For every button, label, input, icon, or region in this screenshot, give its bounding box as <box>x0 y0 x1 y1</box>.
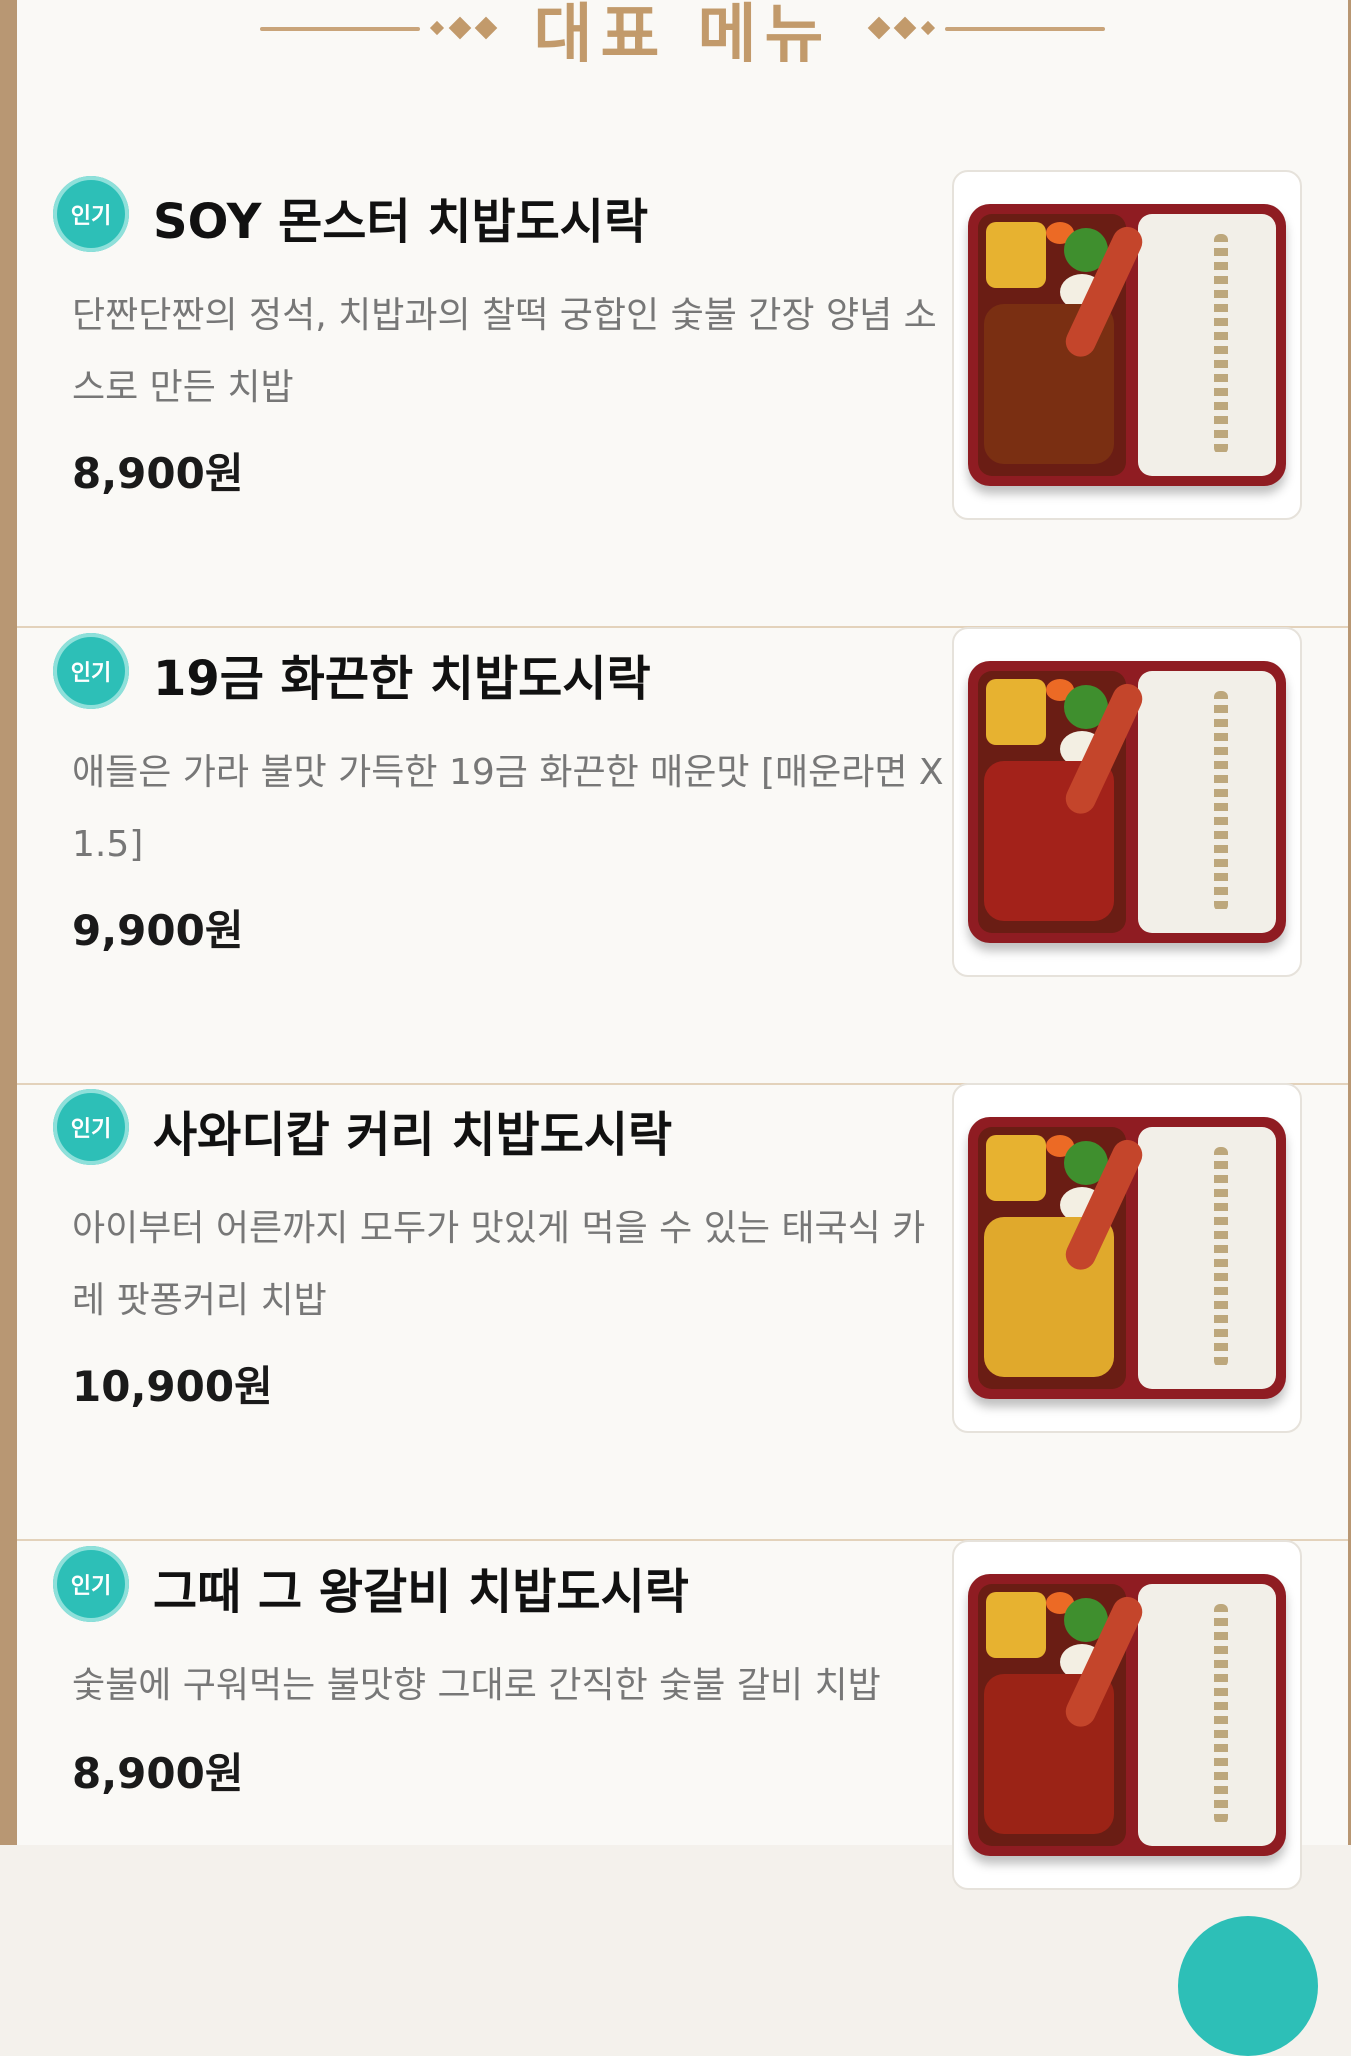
lunchbox-tray <box>968 204 1286 486</box>
menu-item-name[interactable]: 그때 그 왕갈비 치밥도시락 <box>153 1552 689 1622</box>
menu-item-description: 단짠단짠의 정석, 치밥과의 찰떡 궁합인 숯불 간장 양념 소스로 만든 치밥 <box>72 295 937 408</box>
menu-item[interactable]: 인기 SOY 몬스터 치밥도시락 단짠단짠의 정석, 치밥과의 찰떡 궁합인 숯… <box>17 170 1348 628</box>
menu-item[interactable]: 인기 19금 화끈한 치밥도시락 애들은 가라 불맛 가득한 19금 화끈한 매… <box>17 627 1348 1085</box>
lunchbox-tray <box>968 1574 1286 1856</box>
menu-item-price: 9,900원 <box>72 906 244 955</box>
popular-badge: 인기 <box>53 1546 129 1622</box>
lunchbox-tray <box>968 661 1286 943</box>
popular-badge: 인기 <box>53 1089 129 1165</box>
floating-action-button[interactable] <box>1178 1916 1318 2056</box>
menu-item-name[interactable]: 19금 화끈한 치밥도시락 <box>153 639 651 709</box>
section-title: 대표 메뉴 <box>533 0 832 72</box>
popular-badge: 인기 <box>53 176 129 252</box>
section-header: 대표 메뉴 <box>17 0 1348 78</box>
menu-item-description: 아이부터 어른까지 모두가 맛있게 먹을 수 있는 태국식 카레 팟퐁커리 치밥 <box>72 1208 926 1321</box>
menu-item-price: 10,900원 <box>72 1362 273 1411</box>
menu-item-image[interactable] <box>952 170 1302 520</box>
header-ornament-left <box>259 16 506 39</box>
menu-item-price: 8,900원 <box>72 449 244 498</box>
menu-item-image[interactable] <box>952 1083 1302 1433</box>
menu-item-description: 애들은 가라 불맛 가득한 19금 화끈한 매운맛 [매운라면 X 1.5] <box>72 752 944 865</box>
menu-item-price: 8,900원 <box>72 1749 244 1798</box>
header-ornament-right <box>859 16 1106 39</box>
menu-item-image[interactable] <box>952 1540 1302 1890</box>
menu-item[interactable]: 인기 그때 그 왕갈비 치밥도시락 숯불에 구워먹는 불맛향 그대로 간직한 숯… <box>17 1540 1348 2056</box>
menu-item-name[interactable]: 사와디캅 커리 치밥도시락 <box>153 1095 672 1165</box>
menu-item-name[interactable]: SOY 몬스터 치밥도시락 <box>153 182 648 252</box>
menu-item-image[interactable] <box>952 627 1302 977</box>
menu-item[interactable]: 인기 사와디캅 커리 치밥도시락 아이부터 어른까지 모두가 맛있게 먹을 수 … <box>17 1083 1348 1541</box>
popular-badge: 인기 <box>53 633 129 709</box>
lunchbox-tray <box>968 1117 1286 1399</box>
menu-item-description: 숯불에 구워먹는 불맛향 그대로 간직한 숯불 갈비 치밥 <box>72 1665 881 1706</box>
